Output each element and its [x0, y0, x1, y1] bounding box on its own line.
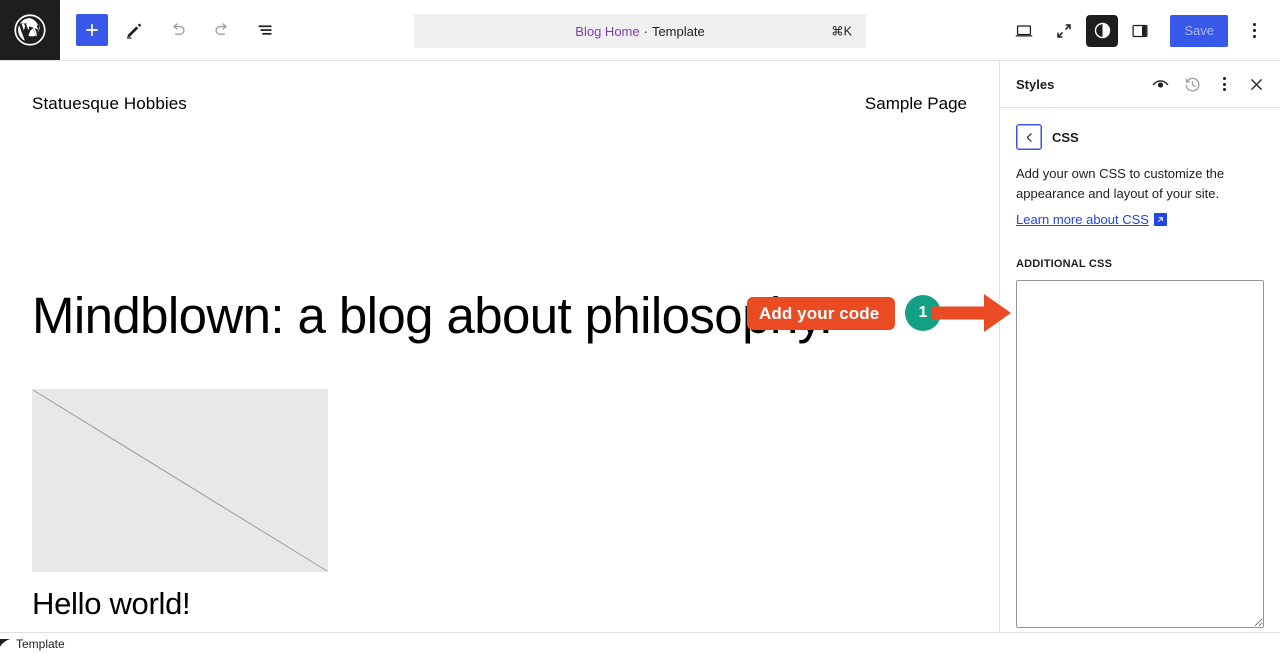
wordpress-site-editor: Blog Home · Template ⌘K Save Statuesque … — [0, 0, 1280, 655]
document-type: Template — [651, 23, 705, 39]
corner-decoration — [0, 637, 14, 655]
document-title-group: Blog Home · Template — [575, 24, 704, 39]
chevron-left-icon[interactable] — [1016, 124, 1042, 150]
learn-more-about-css-link[interactable]: Learn more about CSS — [1016, 212, 1167, 227]
editor-top-toolbar: Blog Home · Template ⌘K Save — [0, 0, 1280, 61]
zoom-out-button[interactable] — [1046, 13, 1082, 49]
template-preview-canvas[interactable]: Statuesque Hobbies Sample Page Mindblown… — [0, 61, 1000, 632]
learn-more-label: Learn more about CSS — [1016, 212, 1149, 227]
edit-tool-button[interactable] — [116, 12, 152, 48]
styles-sidebar-header: Styles — [1000, 61, 1280, 108]
style-book-eye-icon[interactable] — [1144, 68, 1176, 100]
dot — [1222, 82, 1226, 86]
redo-button[interactable] — [204, 12, 240, 48]
styles-panel-title: Styles — [1016, 76, 1055, 92]
css-section-heading: CSS — [1052, 129, 1079, 145]
dot — [1252, 35, 1256, 38]
styles-button[interactable] — [1086, 14, 1119, 47]
styles-options-icon[interactable] — [1208, 68, 1240, 100]
editor-bottom-breadcrumb-bar: Template — [0, 632, 1280, 655]
dot — [1252, 29, 1256, 32]
dot — [1222, 88, 1226, 91]
undo-button[interactable] — [160, 12, 196, 48]
site-title: Statuesque Hobbies — [32, 94, 187, 113]
revisions-history-icon[interactable] — [1176, 68, 1208, 100]
dot — [1252, 23, 1256, 26]
add-block-button[interactable] — [76, 14, 108, 46]
nav-link-sample-page[interactable]: Sample Page — [865, 94, 967, 114]
close-styles-icon[interactable] — [1240, 68, 1272, 100]
view-device-button[interactable] — [1006, 13, 1042, 49]
breadcrumb-template[interactable]: Template — [16, 637, 65, 651]
save-button[interactable]: Save — [1170, 14, 1228, 47]
site-header: Statuesque Hobbies Sample Page — [32, 94, 967, 114]
command-shortcut-hint: ⌘K — [831, 24, 852, 39]
document-overview-button[interactable] — [248, 12, 284, 48]
document-name: Blog Home — [575, 23, 640, 39]
styles-sidebar: Styles CSS Add your own CSS to customize… — [1000, 61, 1280, 632]
post-title-hello-world[interactable]: Hello world! — [32, 586, 191, 622]
wordpress-logo-icon[interactable] — [0, 0, 60, 60]
vertical-ellipsis-glyph — [1222, 77, 1226, 91]
css-panel-nav-row: CSS — [1016, 124, 1264, 150]
broken-image-placeholder-icon[interactable] — [32, 389, 328, 572]
dot — [1222, 77, 1226, 80]
external-link-icon — [1153, 213, 1167, 226]
title-separator: · — [643, 23, 648, 39]
top-toolbar-right-group: Save — [1004, 0, 1272, 61]
additional-css-textarea[interactable] — [1016, 280, 1264, 628]
css-description-text: Add your own CSS to customize the appear… — [1016, 166, 1225, 201]
command-center-button[interactable]: Blog Home · Template ⌘K — [414, 14, 866, 48]
blog-heading[interactable]: Mindblown: a blog about philosophy. — [32, 287, 833, 344]
top-toolbar-left-group — [60, 12, 288, 48]
css-panel-body: CSS Add your own CSS to customize the ap… — [1000, 108, 1280, 632]
additional-css-label: ADDITIONAL CSS — [1016, 258, 1113, 270]
settings-sidebar-button[interactable] — [1122, 13, 1158, 49]
vertical-ellipsis-icon[interactable] — [1236, 13, 1272, 49]
